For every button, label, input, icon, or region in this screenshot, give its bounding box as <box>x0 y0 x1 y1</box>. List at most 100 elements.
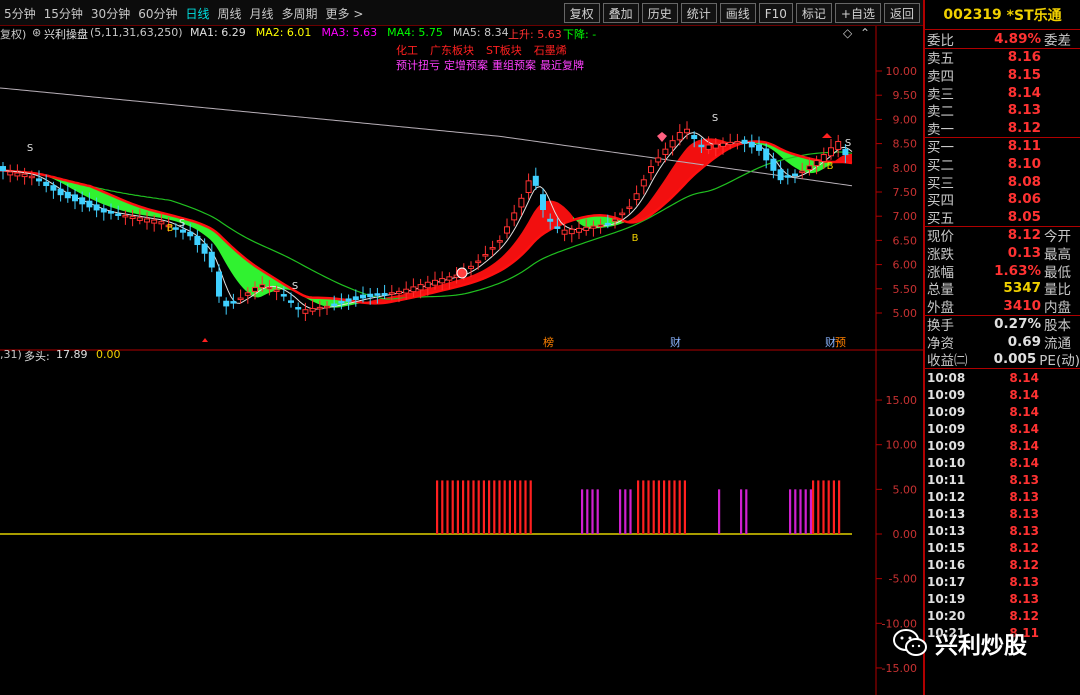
candle-body <box>172 227 179 230</box>
stat-row-4: 外盘 3410 内盘 <box>925 297 1080 316</box>
candle-body <box>64 191 71 199</box>
watermark-text: 兴利炒股 <box>935 633 1027 659</box>
candle-body <box>770 158 777 171</box>
toolbar-button-8[interactable]: 返回 <box>883 3 920 23</box>
tick-row: 10:09 8.14 <box>925 403 1080 420</box>
period-tab-4[interactable]: 日线 <box>185 5 209 22</box>
sub-bar <box>832 480 835 534</box>
tag-0[interactable]: 化工 <box>396 42 418 58</box>
chart-area[interactable]: 10.00 9.50 9.00 8.50 8.00 7.50 7.00 6.50 6.00 5.5… <box>0 26 923 695</box>
candle-body <box>655 157 662 163</box>
tag2-2[interactable]: 重组预案 <box>492 57 536 73</box>
ask-list: 卖五 8.16 卖四 8.15 卖三 8.14 卖二 8.13 卖一 8.12 <box>925 49 1080 137</box>
candle-body <box>734 140 741 144</box>
period-tab-0[interactable]: 5分钟 <box>4 5 36 22</box>
stat2-row-2-label: 收益㈡ <box>927 353 968 370</box>
candle-body <box>403 288 410 294</box>
candle-body <box>633 193 640 201</box>
toolbar-button-5[interactable]: F10 <box>758 3 793 23</box>
tag-1[interactable]: 广东板块 <box>430 42 474 58</box>
sub-bar <box>799 489 802 534</box>
toolbar-button-7[interactable]: +自选 <box>834 3 881 23</box>
stat-row-0: 现价 8.12 今开 <box>925 227 1080 245</box>
event-bang[interactable]: 榜 <box>543 334 554 350</box>
y-tick-label: 8.50 <box>893 138 918 151</box>
candle-body <box>705 144 712 150</box>
candle-body <box>237 297 244 301</box>
diamond-icon[interactable]: ◇ <box>843 26 852 40</box>
candle-body <box>410 286 417 293</box>
tick-row: 10:16 8.12 <box>925 556 1080 573</box>
buy-signal-marker: B <box>827 161 834 172</box>
tag-2[interactable]: ST板块 <box>486 42 522 58</box>
toolbar-button-1[interactable]: 叠加 <box>602 3 639 23</box>
period-tab-8[interactable]: 更多 > <box>326 5 364 22</box>
wechat-icon <box>893 629 927 656</box>
period-tab-7[interactable]: 多周期 <box>282 5 318 22</box>
candle-body <box>489 247 496 250</box>
tick-row: 10:10 8.14 <box>925 454 1080 471</box>
tick-time: 10:09 <box>927 404 966 419</box>
tag-3[interactable]: 石墨烯 <box>534 42 567 58</box>
toolbar-button-4[interactable]: 画线 <box>719 3 756 23</box>
tag2-1[interactable]: 定增预案 <box>444 57 488 73</box>
sub-bar <box>462 480 465 534</box>
period-tab-6[interactable]: 月线 <box>250 5 274 22</box>
period-tab-2[interactable]: 30分钟 <box>91 5 130 22</box>
ask-row-2-value: 8.14 <box>1007 84 1041 101</box>
period-tab-5[interactable]: 周线 <box>218 5 242 22</box>
chevron-up-icon[interactable]: ⌃ <box>860 26 870 40</box>
tick-list[interactable]: 10:08 8.14 10:09 8.14 10:09 8.14 10:09 8.14 10:0… <box>925 369 1080 641</box>
sub-bar <box>745 489 748 534</box>
candle-body <box>180 229 186 233</box>
candle-body <box>424 281 431 289</box>
candle-body <box>129 216 136 220</box>
toolbar-button-6[interactable]: 标记 <box>795 3 832 23</box>
candle-body <box>727 141 734 146</box>
sub-bar <box>524 480 527 534</box>
toolbar-button-0[interactable]: 复权 <box>563 3 600 23</box>
event-cai[interactable]: 财 <box>670 334 681 350</box>
stat-row-2-value: 1.63% <box>994 262 1041 279</box>
sell-signal-marker: S <box>712 113 718 124</box>
period-tabs: 5分钟 15分钟 30分钟 60分钟 日线 周线 月线 多周期 更多 > <box>4 5 363 22</box>
tick-price: 8.14 <box>1009 387 1039 402</box>
toolbar-button-2[interactable]: 历史 <box>641 3 678 23</box>
candle-body <box>273 289 280 292</box>
candle-body <box>712 143 719 149</box>
sub-bar <box>581 489 584 534</box>
sub-bar <box>817 480 820 534</box>
tag2-3[interactable]: 最近复牌 <box>540 57 584 73</box>
sub-bar <box>642 480 645 534</box>
tick-row: 10:11 8.13 <box>925 471 1080 488</box>
candle-body <box>194 235 201 246</box>
tick-row: 10:19 8.13 <box>925 590 1080 607</box>
period-tab-3[interactable]: 60分钟 <box>138 5 177 22</box>
tick-price: 8.12 <box>1009 557 1039 572</box>
indicator-name[interactable]: 兴利操盘 <box>44 26 88 42</box>
period-tab-1[interactable]: 15分钟 <box>44 5 83 22</box>
toolbar-button-3[interactable]: 统计 <box>680 3 717 23</box>
weicha-label: 委差 <box>1044 32 1071 49</box>
candle-body <box>352 296 359 300</box>
sub-y-tick-label: -5.00 <box>889 573 917 586</box>
sub-bar <box>663 480 666 534</box>
candle-body <box>475 260 482 264</box>
event-yu[interactable]: 预 <box>835 334 846 350</box>
sub-bar <box>529 480 532 534</box>
sub-bar <box>838 480 841 534</box>
tag2-0[interactable]: 预计扭亏 <box>396 57 440 73</box>
tick-price: 8.13 <box>1009 591 1039 606</box>
down-label: 下降: - <box>563 28 597 41</box>
candle-body <box>201 243 208 254</box>
candle-body <box>93 204 100 211</box>
tick-row: 10:20 8.12 <box>925 607 1080 624</box>
sub-bar <box>441 480 444 534</box>
sub-indicator-name[interactable]: 多头: <box>24 348 50 364</box>
sub-bar <box>637 480 640 534</box>
fuquan-label[interactable]: 复权) <box>0 26 26 42</box>
candle-body <box>799 170 806 174</box>
settings-icon[interactable]: ⊛ <box>32 26 41 39</box>
sub-bar <box>683 480 686 534</box>
candle-body <box>388 292 395 295</box>
